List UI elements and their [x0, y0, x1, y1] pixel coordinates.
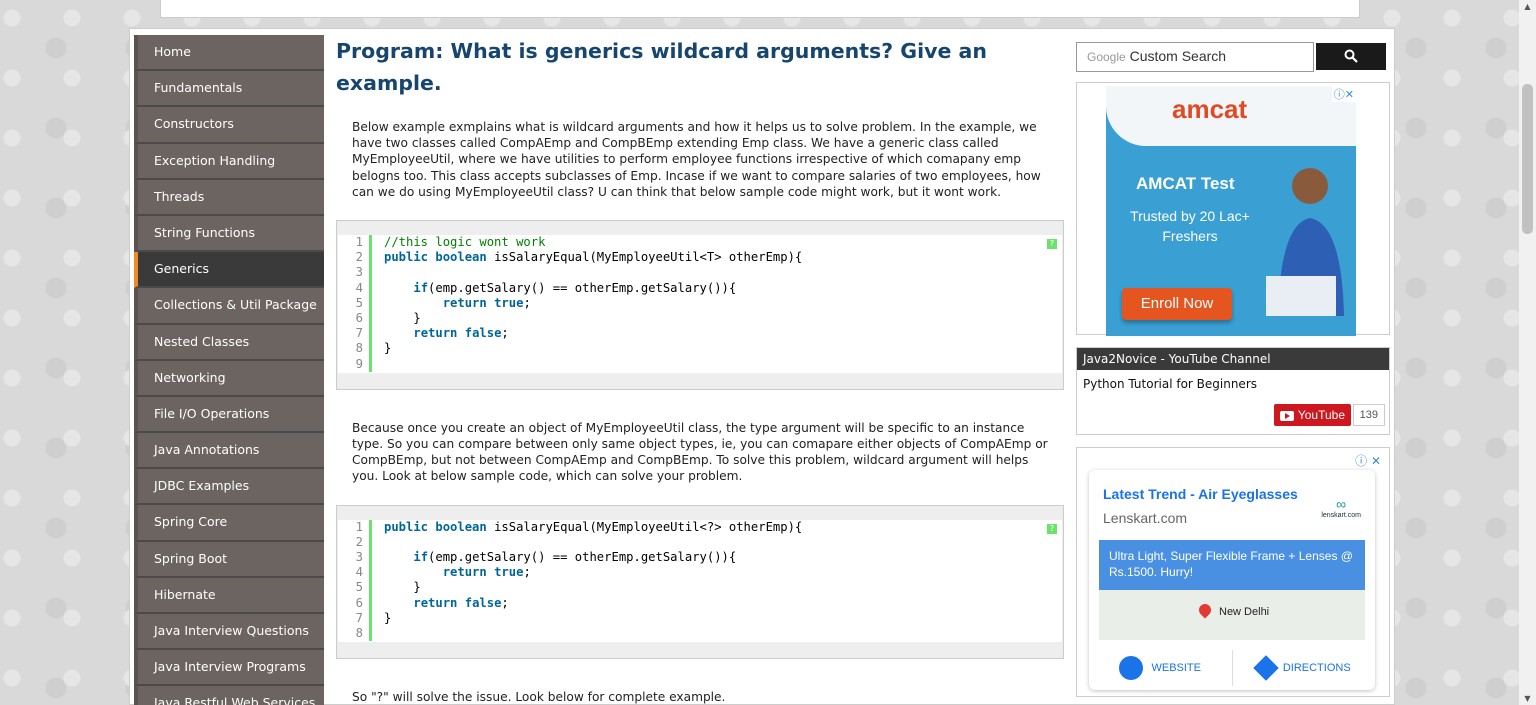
website-label: WEBSITE	[1151, 662, 1201, 674]
youtube-widget: Java2Novice - YouTube Channel Python Tut…	[1076, 347, 1390, 435]
ad-tagline: Trusted by 20 Lac+ Freshers	[1130, 208, 1250, 244]
sidebar-item-fundamentals[interactable]: Fundamentals	[134, 71, 324, 108]
ad-title[interactable]: Latest Trend - Air Eyeglasses	[1103, 486, 1298, 502]
sidebar-item-networking[interactable]: Networking	[134, 360, 324, 397]
website-button[interactable]: WEBSITE	[1089, 650, 1232, 686]
search-icon	[1344, 49, 1358, 63]
scrollbar-thumb[interactable]	[1522, 84, 1533, 234]
map-thumbnail[interactable]: New Delhi	[1099, 590, 1365, 640]
subscriber-count: 139	[1352, 404, 1385, 426]
adchoices-icon[interactable]: ⓘ ✕	[1353, 452, 1383, 469]
lenskart-logo: ∞ lenskart.com	[1321, 496, 1361, 519]
directions-label: DIRECTIONS	[1282, 662, 1351, 674]
sidebar-nav: Home Fundamentals Constructors Exception Ha…	[134, 35, 324, 705]
directions-icon	[1253, 655, 1279, 681]
line-numbers: 123456789	[338, 235, 372, 372]
youtube-button-label: YouTube	[1297, 408, 1345, 422]
sidebar-item-java-annotations[interactable]: Java Annotations	[134, 433, 324, 470]
map-pin-icon	[1196, 601, 1214, 619]
directions-button[interactable]: DIRECTIONS	[1231, 650, 1376, 686]
search-button[interactable]	[1316, 43, 1386, 70]
page-title: Program: What is generics wildcard argum…	[336, 39, 987, 95]
sidebar-item-constructors[interactable]: Constructors	[134, 107, 324, 144]
sidebar-item-java-restful-web-services[interactable]: Java Restful Web Services	[134, 686, 324, 705]
google-brand: Google	[1087, 50, 1126, 64]
youtube-widget-title: Java2Novice - YouTube Channel	[1077, 348, 1389, 370]
youtube-play-icon	[1279, 410, 1294, 421]
code-text: public boolean isSalaryEqual(MyEmployeeU…	[384, 519, 803, 625]
scroll-up-icon[interactable]: ▲	[1523, 2, 1532, 11]
lenskart-ad[interactable]: ⓘ ✕ Latest Trend - Air Eyeglasses Lenska…	[1076, 447, 1390, 697]
video-title[interactable]: Python Tutorial for Beginners	[1083, 377, 1383, 391]
top-banner-strip	[160, 0, 1360, 18]
search-placeholder: Custom Search	[1129, 48, 1227, 64]
sidebar-item-exception-handling[interactable]: Exception Handling	[134, 143, 324, 180]
amcat-ad[interactable]: amcat ⓘ✕ AMCAT Test Trusted by 20 Lac+ F…	[1076, 82, 1390, 336]
person-image	[1266, 168, 1344, 316]
globe-icon	[1119, 656, 1144, 680]
sidebar-item-collections-util-package[interactable]: Collections & Util Package	[134, 288, 324, 325]
ad-site: Lenskart.com	[1103, 510, 1188, 526]
scroll-down-icon[interactable]: ▼	[1523, 694, 1532, 703]
custom-search: Google Custom Search	[1076, 42, 1388, 72]
help-icon[interactable]: ?	[1047, 239, 1057, 250]
sidebar-item-file-i-o-operations[interactable]: File I/O Operations	[134, 396, 324, 434]
main-content: Program: What is generics wildcard argum…	[336, 35, 1064, 705]
amcat-logo: amcat	[1172, 94, 1248, 124]
sidebar-item-java-interview-programs[interactable]: Java Interview Programs	[134, 650, 324, 687]
right-column: Google Custom Search amcat ⓘ✕ AMCAT Test…	[1076, 42, 1390, 697]
code-block-1: ? 123456789 //this logic wont work public…	[336, 220, 1064, 390]
sidebar-item-spring-boot[interactable]: Spring Boot	[134, 541, 324, 578]
line-numbers: 12345678	[338, 519, 372, 642]
code-block-2: ? 12345678 public boolean isSalaryEqual(…	[336, 504, 1064, 660]
adchoices-icon[interactable]: ⓘ✕	[1331, 86, 1356, 102]
sidebar-item-string-functions[interactable]: String Functions	[134, 215, 324, 253]
search-input[interactable]: Google Custom Search	[1076, 42, 1314, 72]
sidebar-item-threads[interactable]: Threads	[134, 179, 324, 216]
page-wrapper: Home Fundamentals Constructors Exception Ha…	[129, 28, 1395, 705]
map-city: New Delhi	[1219, 606, 1270, 618]
closing-paragraph: So "?" will solve the issue. Look below …	[352, 690, 726, 705]
help-icon[interactable]: ?	[1047, 523, 1057, 534]
sidebar-item-jdbc-examples[interactable]: JDBC Examples	[134, 469, 324, 506]
intro-paragraph: Below example exmplains what is wildcard…	[352, 120, 1041, 199]
page-scrollbar[interactable]: ▲ ▼	[1519, 0, 1536, 705]
sidebar-item-spring-core[interactable]: Spring Core	[134, 505, 324, 542]
sidebar-item-java-interview-questions[interactable]: Java Interview Questions	[134, 614, 324, 651]
youtube-subscribe-button[interactable]: YouTube	[1273, 404, 1351, 426]
code-text: //this logic wont work public boolean isS…	[384, 235, 803, 356]
enroll-now-button[interactable]: Enroll Now	[1122, 288, 1232, 320]
sidebar-item-home[interactable]: Home	[134, 35, 324, 72]
sidebar-item-nested-classes[interactable]: Nested Classes	[134, 324, 324, 361]
sidebar-item-hibernate[interactable]: Hibernate	[134, 577, 324, 614]
sidebar-item-generics[interactable]: Generics	[134, 252, 324, 289]
explanation-paragraph: Because once you create an object of MyE…	[352, 420, 1048, 484]
ad-headline: AMCAT Test	[1136, 174, 1235, 193]
ad-banner[interactable]: Ultra Light, Super Flexible Frame + Lens…	[1099, 540, 1365, 590]
